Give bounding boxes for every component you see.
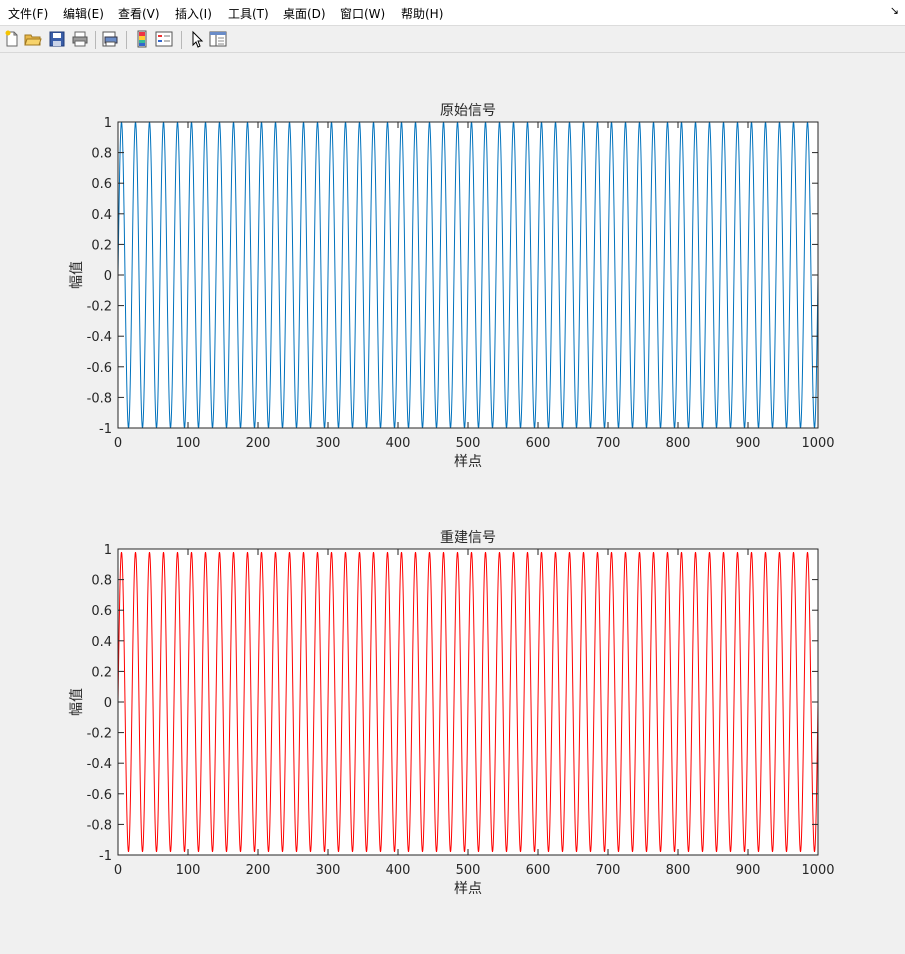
y-tick-label: -0.2 bbox=[87, 727, 112, 742]
y-tick-label: 0 bbox=[104, 269, 112, 284]
dock-arrow-icon[interactable]: ↘ bbox=[890, 4, 899, 17]
legend-icon[interactable] bbox=[155, 30, 173, 48]
x-tick-label: 900 bbox=[736, 863, 761, 878]
menu-file[interactable]: 文件(F) bbox=[8, 5, 48, 22]
x-tick-label: 200 bbox=[246, 863, 271, 878]
x-tick-label: 0 bbox=[114, 436, 122, 451]
open-folder-icon[interactable] bbox=[24, 30, 42, 48]
new-figure-icon[interactable] bbox=[3, 30, 21, 48]
x-tick-label: 800 bbox=[666, 863, 691, 878]
x-tick-label: 600 bbox=[526, 436, 551, 451]
y-tick-label: 1 bbox=[104, 543, 112, 558]
y-tick-label: 0.4 bbox=[91, 635, 112, 650]
x-tick-label: 100 bbox=[176, 436, 201, 451]
x-tick-label: 700 bbox=[596, 436, 621, 451]
colorbar-icon[interactable] bbox=[133, 30, 151, 48]
y-tick-label: -0.6 bbox=[87, 788, 112, 803]
x-tick-label: 0 bbox=[114, 863, 122, 878]
y-tick-label: 0.6 bbox=[91, 604, 112, 619]
x-tick-label: 400 bbox=[386, 436, 411, 451]
axes-reconstructed-signal: 0 100 200 300 400 500 600 700 800 900 1000 1 0.8 0.6 0… bbox=[69, 530, 835, 897]
y-tick-label: -0.8 bbox=[87, 818, 112, 833]
y-tick-label: -1 bbox=[99, 849, 112, 864]
y-tick-label: -0.6 bbox=[87, 361, 112, 376]
y-tick-label: -0.4 bbox=[87, 757, 112, 772]
menu-desktop[interactable]: 桌面(D) bbox=[283, 5, 326, 22]
x-tick-label: 200 bbox=[246, 436, 271, 451]
save-icon[interactable] bbox=[48, 30, 66, 48]
x-tick-label: 100 bbox=[176, 863, 201, 878]
print-icon[interactable] bbox=[71, 30, 89, 48]
x-tick-label: 1000 bbox=[801, 863, 834, 878]
toolbar-separator bbox=[126, 31, 127, 49]
y-axis-label: 幅值 bbox=[69, 261, 85, 289]
x-tick-label: 400 bbox=[386, 863, 411, 878]
toolbar-separator bbox=[181, 31, 182, 49]
x-tick-label: 1000 bbox=[801, 436, 834, 451]
x-axis-label: 样点 bbox=[454, 454, 482, 470]
menu-edit[interactable]: 编辑(E) bbox=[63, 5, 104, 22]
pointer-icon[interactable] bbox=[188, 30, 206, 48]
x-tick-label: 700 bbox=[596, 863, 621, 878]
y-tick-label: 0.6 bbox=[91, 177, 112, 192]
toolbar bbox=[0, 27, 905, 53]
menu-window[interactable]: 窗口(W) bbox=[340, 5, 385, 22]
chart-title: 原始信号 bbox=[440, 103, 496, 119]
y-tick-label: -0.2 bbox=[87, 300, 112, 315]
menu-tools[interactable]: 工具(T) bbox=[228, 5, 269, 22]
menu-bar: 文件(F) 编辑(E) 查看(V) 插入(I) 工具(T) 桌面(D) 窗口(W… bbox=[0, 0, 905, 26]
y-tick-label: 0.8 bbox=[91, 147, 112, 162]
x-tick-label: 600 bbox=[526, 863, 551, 878]
x-tick-label: 500 bbox=[456, 863, 481, 878]
y-tick-label: -0.4 bbox=[87, 330, 112, 345]
y-tick-label: -1 bbox=[99, 422, 112, 437]
y-tick-label: 0 bbox=[104, 696, 112, 711]
axes-original-signal: 0 100 200 300 400 500 600 700 800 900 1000 1 0.8 0.6 0… bbox=[69, 103, 835, 470]
y-tick-label: 1 bbox=[104, 116, 112, 131]
print-preview-icon[interactable] bbox=[101, 30, 119, 48]
x-tick-label: 900 bbox=[736, 436, 761, 451]
y-tick-label: 0.8 bbox=[91, 574, 112, 589]
menu-help[interactable]: 帮助(H) bbox=[401, 5, 443, 22]
y-tick-label: 0.2 bbox=[91, 665, 112, 680]
menu-view[interactable]: 查看(V) bbox=[118, 5, 160, 22]
y-tick-label: 0.4 bbox=[91, 208, 112, 223]
toolbar-separator bbox=[95, 31, 96, 49]
y-tick-label: -0.8 bbox=[87, 391, 112, 406]
y-axis-label: 幅值 bbox=[69, 688, 85, 716]
x-axis-label: 样点 bbox=[454, 881, 482, 897]
chart-title: 重建信号 bbox=[440, 530, 496, 546]
figure-canvas: 0 100 200 300 400 500 600 700 800 900 100010.80.60… bbox=[69, 103, 835, 897]
x-tick-label: 500 bbox=[456, 436, 481, 451]
menu-insert[interactable]: 插入(I) bbox=[175, 5, 212, 22]
x-tick-label: 300 bbox=[316, 863, 341, 878]
x-tick-label: 800 bbox=[666, 436, 691, 451]
property-editor-icon[interactable] bbox=[209, 30, 227, 48]
x-tick-label: 300 bbox=[316, 436, 341, 451]
y-tick-label: 0.2 bbox=[91, 238, 112, 253]
